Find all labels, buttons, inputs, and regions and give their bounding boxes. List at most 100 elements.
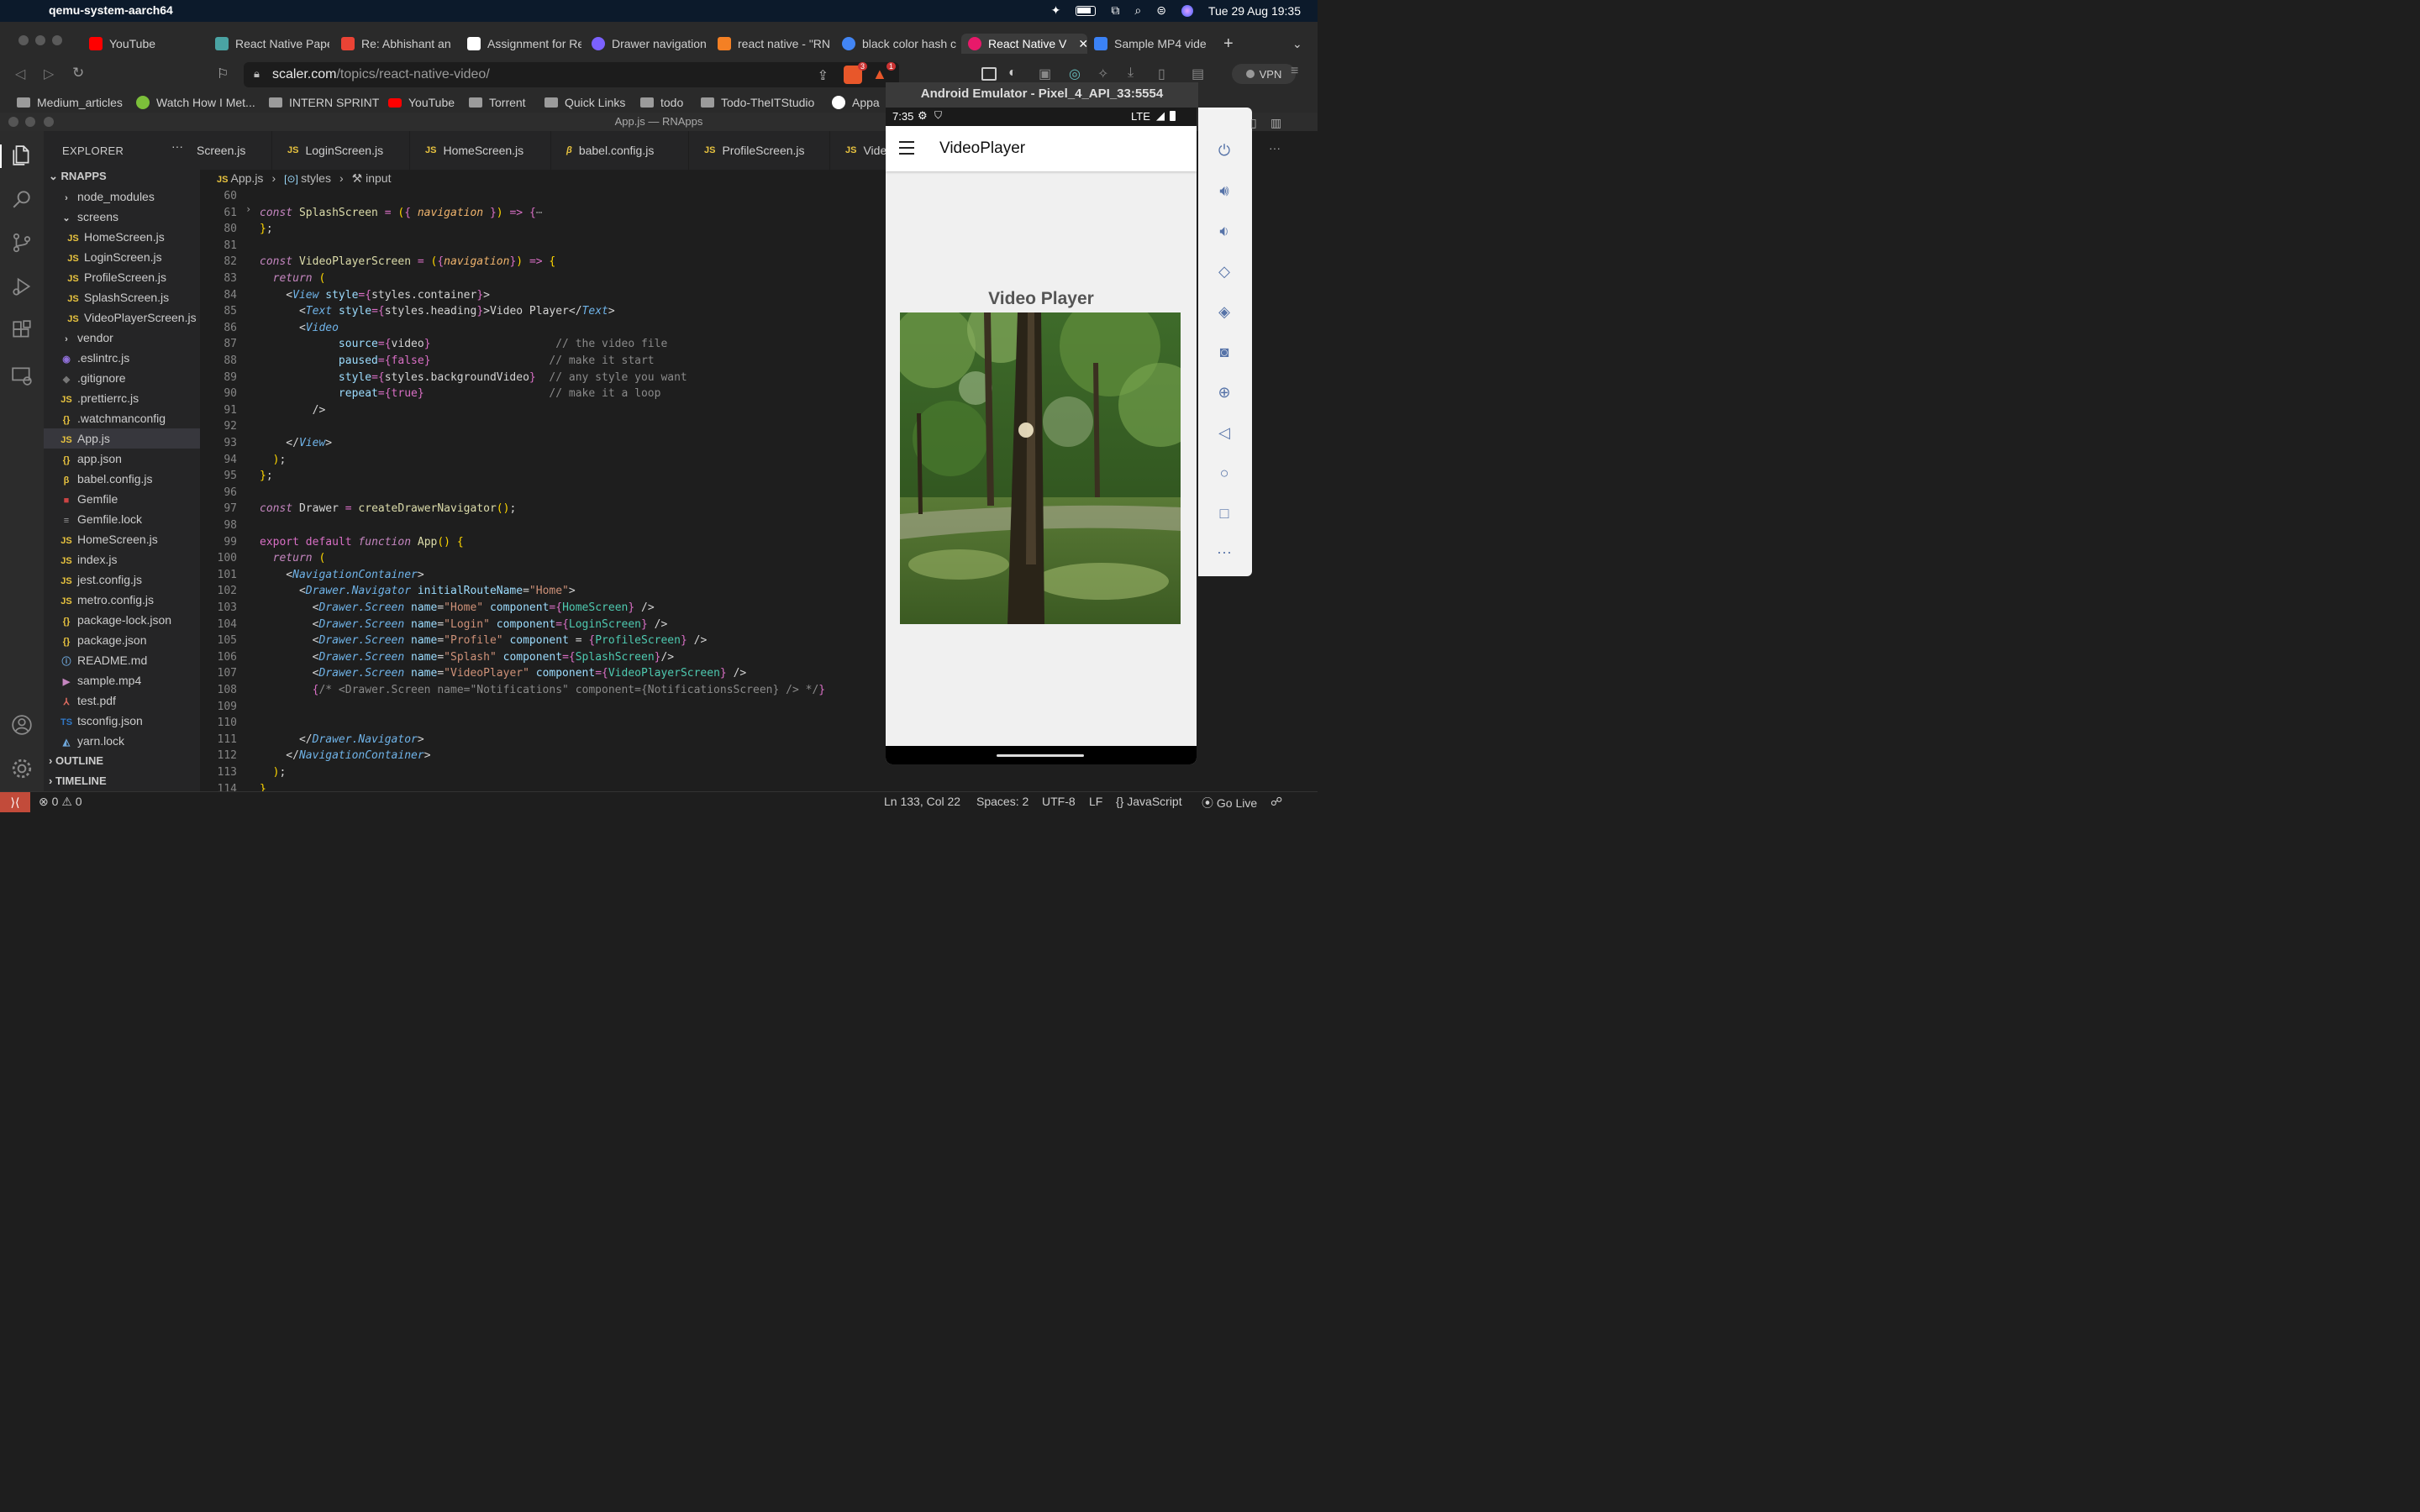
explorer-icon[interactable] [11,144,33,166]
search-icon[interactable] [11,188,33,210]
browser-tab[interactable]: React Native Pape [215,34,329,54]
vpn-button[interactable]: VPN [1232,64,1296,84]
bookmark-item[interactable]: Todo-TheITStudio [701,96,814,109]
extension-icon[interactable] [981,67,997,81]
address-bar[interactable]: 🔒︎ scaler.com/topics/react-native-video/… [244,62,899,87]
file-item[interactable]: {} app.json [44,449,200,469]
minimize-window-button[interactable] [35,35,45,45]
file-item[interactable]: JS LoginScreen.js [44,247,200,267]
file-item[interactable]: JS metro.config.js [44,590,200,610]
timeline-section[interactable]: › TIMELINE [44,771,200,791]
file-item[interactable]: ■ Gemfile [44,489,200,509]
file-item[interactable]: JS .prettierrc.js [44,388,200,408]
more-options-icon[interactable]: ··· [1215,543,1234,561]
file-item[interactable]: JS VideoPlayerScreen.js [44,307,200,328]
file-item[interactable]: JS ProfileScreen.js [44,267,200,287]
bookmark-item[interactable]: Quick Links [544,96,625,109]
browser-tab[interactable]: Sample MP4 vide [1094,34,1208,54]
volume-up-icon[interactable]: 🔊︎ [1215,181,1234,200]
extensions-icon[interactable] [11,319,33,341]
account-icon[interactable] [11,714,33,736]
active-app-name[interactable]: qemu-system-aarch64 [49,3,173,17]
bookmark-item[interactable]: Medium_articles [17,96,123,109]
browser-tab[interactable]: Re: Abhishant an [341,34,455,54]
volume-down-icon[interactable]: 🔉︎ [1215,222,1234,240]
sidebar-icon[interactable]: ▯ [1158,66,1165,82]
file-item[interactable]: ⓘ README.md [44,650,200,670]
rotate-left-icon[interactable]: ◇ [1215,262,1234,281]
back-icon[interactable]: ◁ [1215,423,1234,442]
tab-list-chevron-icon[interactable]: ⌄ [1292,34,1309,54]
file-item[interactable]: TS tsconfig.json [44,711,200,731]
bookmark-item[interactable]: Torrent [469,96,526,109]
extension-icon[interactable]: ◎ [1069,66,1081,82]
more-actions-icon[interactable]: ··· [171,139,183,153]
close-tab-icon[interactable]: ✕ [1078,37,1087,51]
bookmark-item[interactable]: Appa [832,96,880,109]
spotlight-search-icon[interactable]: ⌕ [1134,3,1141,18]
home-icon[interactable]: ○ [1215,464,1234,482]
home-gesture-handle[interactable] [997,754,1084,757]
breadcrumb-file[interactable]: JS App.js [217,171,263,185]
file-item[interactable]: JS jest.config.js [44,570,200,590]
file-item[interactable]: JS index.js [44,549,200,570]
hamburger-menu-icon[interactable] [899,141,914,159]
siri-icon[interactable] [1181,4,1193,17]
forward-icon[interactable]: ▷ [44,66,54,82]
editor-tab[interactable]: JS Vide [832,131,891,170]
extensions-puzzle-icon[interactable]: ✧ [1097,66,1108,82]
screen-mirroring-icon[interactable]: ⧉ [1111,3,1119,18]
feedback-icon[interactable]: ☍ [1270,795,1282,809]
download-icon[interactable]: ⤓ [1128,66,1134,81]
bookmark-item[interactable]: INTERN SPRINT [269,96,379,109]
video-player[interactable] [900,312,1181,624]
file-item[interactable]: JS HomeScreen.js [44,529,200,549]
battery-icon[interactable] [1076,5,1097,16]
overview-icon[interactable]: □ [1215,504,1234,522]
breadcrumb-symbol[interactable]: ⚒ input [352,171,392,186]
control-center-icon[interactable]: ⊜ [1156,3,1166,18]
browser-tab[interactable]: react native - "RN [718,34,832,54]
fan-icon[interactable]: ✦ [1051,3,1061,18]
emulator-screen[interactable]: 7:35 ⚙ ⛉ LTE ◢ VideoPlayer Video Player [886,108,1197,764]
browser-tab-active[interactable]: React Native V ✕ [961,34,1087,54]
folder-item[interactable]: › node_modules [44,186,200,207]
layout-icon[interactable]: ▥ [1270,116,1281,130]
folder-item[interactable]: ⌄ screens [44,207,200,227]
fold-chevron-icon[interactable]: › [245,203,251,215]
file-item[interactable]: ◆ .gitignore [44,368,200,388]
browser-tab[interactable]: black color hash c [842,34,956,54]
encoding[interactable]: UTF-8 [1042,795,1076,808]
end-of-line[interactable]: LF [1089,795,1102,808]
editor-tab[interactable]: JS HomeScreen.js [412,131,551,170]
wallet-icon[interactable]: ▤ [1192,66,1204,82]
close-window-button[interactable] [18,35,29,45]
zoom-icon[interactable]: ⊕ [1215,383,1234,402]
browser-tab[interactable]: YouTube [89,34,203,54]
file-item[interactable]: ▶ sample.mp4 [44,670,200,690]
file-item[interactable]: JS HomeScreen.js [44,227,200,247]
project-folder[interactable]: ⌄ RNAPPS [44,166,200,186]
share-icon[interactable]: ⇪ [818,67,829,84]
new-tab-button[interactable]: + [1223,34,1240,54]
file-item[interactable]: β babel.config.js [44,469,200,489]
reload-icon[interactable]: ↻ [72,65,84,81]
code-editor[interactable]: 60 61 80 81 82 83 84 85 86 87 88 89 90 91 92 93 94 95 96 97… [200,188,886,795]
bookmark-icon[interactable]: ⚐ [217,66,229,82]
remote-explorer-icon[interactable] [11,365,33,386]
language-mode[interactable]: {} JavaScript [1116,795,1182,808]
outline-section[interactable]: › OUTLINE [44,751,200,771]
zoom-window-button[interactable] [52,35,62,45]
file-item[interactable]: JS App.js [44,428,200,449]
editor-tab[interactable]: β babel.config.js [553,131,689,170]
settings-gear-icon[interactable] [11,758,33,780]
bookmark-item[interactable]: todo [640,96,683,109]
file-item[interactable]: {} package-lock.json [44,610,200,630]
file-item[interactable]: JS SplashScreen.js [44,287,200,307]
bookmark-item[interactable]: YouTube [388,96,455,109]
brave-rewards-icon[interactable]: ▲ 1 [872,62,896,84]
go-live-button[interactable]: ⦿ Go Live [1202,795,1257,811]
file-item[interactable]: {} .watchmanconfig [44,408,200,428]
file-item[interactable]: ⅄ test.pdf [44,690,200,711]
file-item[interactable]: ◉ .eslintrc.js [44,348,200,368]
